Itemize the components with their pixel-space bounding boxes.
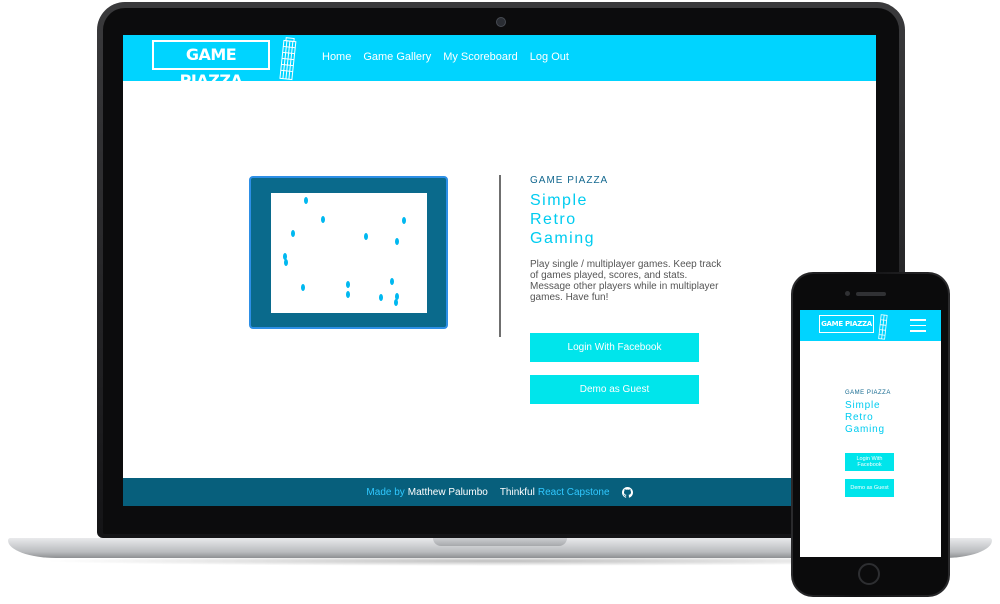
mobile-brand-label: GAME PIAZZA: [845, 390, 891, 396]
game-ball: [346, 291, 350, 298]
game-ball: [364, 233, 368, 240]
hero-description: Play single / multiplayer games. Keep tr…: [530, 259, 722, 303]
game-ball: [301, 284, 305, 291]
footer-author-link[interactable]: Matthew Palumbo: [408, 487, 488, 498]
mobile-site-logo[interactable]: GAME PIAZZA: [819, 315, 874, 333]
site-footer: Made by Matthew Palumbo Thinkful React C…: [123, 478, 876, 506]
game-ball: [284, 259, 288, 266]
desktop-screen: GAME PIAZZA Home Game Gallery My Scorebo…: [123, 35, 876, 506]
game-canvas: [271, 193, 427, 313]
mobile-navbar: GAME PIAZZA: [800, 310, 941, 341]
headline-line: Simple: [530, 192, 588, 209]
top-navbar: GAME PIAZZA Home Game Gallery My Scorebo…: [123, 35, 876, 90]
phone-home-button: [858, 563, 880, 585]
phone-speaker: [856, 292, 886, 296]
game-ball: [394, 299, 398, 306]
nav-log-out[interactable]: Log Out: [530, 50, 569, 64]
nav-links: Home Game Gallery My Scoreboard Log Out: [322, 50, 569, 64]
mobile-demo-guest-button[interactable]: Demo as Guest: [845, 479, 894, 497]
headline-line: Gaming: [845, 424, 885, 435]
game-ball: [402, 217, 406, 224]
mobile-login-facebook-button[interactable]: Login With Facebook: [845, 453, 894, 471]
headline-line: Retro: [845, 412, 874, 423]
hero-headline: Simple Retro Gaming: [530, 191, 690, 248]
game-preview-board: [249, 176, 448, 329]
leaning-tower-icon: [279, 37, 297, 81]
hamburger-menu-icon[interactable]: [910, 319, 926, 332]
nav-my-scoreboard[interactable]: My Scoreboard: [443, 50, 518, 64]
mobile-screen: GAME PIAZZA GAME PIAZZA Simple Retro Gam…: [800, 310, 941, 557]
game-ball: [304, 197, 308, 204]
game-ball: [395, 238, 399, 245]
headline-line: Retro: [530, 211, 577, 228]
game-ball: [321, 216, 325, 223]
hero-brand-label: GAME PIAZZA: [530, 175, 609, 186]
phone-camera: [845, 291, 850, 296]
headline-line: Simple: [845, 400, 881, 411]
demo-guest-button[interactable]: Demo as Guest: [530, 375, 699, 404]
game-ball: [379, 294, 383, 301]
footer-project-link[interactable]: React Capstone: [538, 487, 610, 498]
headline-line: Gaming: [530, 230, 596, 247]
github-icon[interactable]: [621, 486, 633, 498]
mobile-headline: Simple Retro Gaming: [845, 400, 885, 436]
laptop-notch: [433, 538, 567, 546]
vertical-divider: [499, 175, 501, 337]
game-ball: [291, 230, 295, 237]
site-logo[interactable]: GAME PIAZZA: [152, 40, 270, 90]
game-ball: [346, 281, 350, 288]
game-ball: [390, 278, 394, 285]
laptop-camera: [496, 17, 506, 27]
leaning-tower-icon: [878, 314, 888, 340]
nav-game-gallery[interactable]: Game Gallery: [363, 50, 431, 64]
footer-made-by: Made by: [366, 486, 405, 498]
footer-credits: Made by Matthew Palumbo Thinkful React C…: [123, 478, 876, 506]
footer-company: Thinkful: [499, 486, 535, 498]
login-facebook-button[interactable]: Login With Facebook: [530, 333, 699, 362]
nav-home[interactable]: Home: [322, 50, 351, 64]
